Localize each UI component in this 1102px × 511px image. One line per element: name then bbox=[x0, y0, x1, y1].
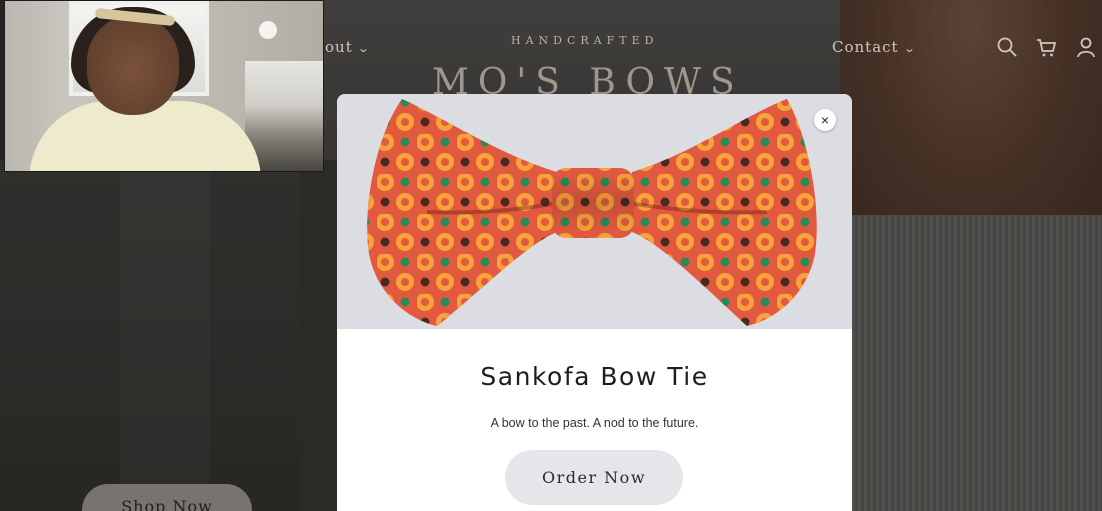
webcam-person-face bbox=[87, 15, 179, 115]
chevron-down-icon: ⌄ bbox=[356, 42, 371, 55]
nav-contact[interactable]: Contact ⌄ bbox=[832, 38, 915, 56]
close-button[interactable]: × bbox=[814, 109, 836, 131]
nav-about[interactable]: out ⌄ bbox=[325, 38, 371, 56]
search-icon[interactable] bbox=[996, 36, 1018, 58]
brand-tagline: HANDCRAFTED bbox=[511, 34, 659, 47]
shop-now-button[interactable]: Shop Now bbox=[82, 484, 252, 511]
product-modal: × Sankofa Bow Tie A bow to the past. A n… bbox=[337, 94, 852, 511]
cart-icon[interactable] bbox=[1035, 36, 1057, 58]
bowtie-illustration bbox=[367, 99, 817, 326]
product-subtitle: A bow to the past. A nod to the future. bbox=[490, 416, 699, 430]
chevron-down-icon: ⌄ bbox=[902, 42, 917, 55]
webcam-lamp bbox=[259, 21, 277, 39]
account-icon[interactable] bbox=[1075, 36, 1097, 58]
order-now-button[interactable]: Order Now bbox=[505, 450, 683, 505]
product-title: Sankofa Bow Tie bbox=[480, 362, 709, 391]
close-icon: × bbox=[820, 112, 830, 128]
nav-about-label: out bbox=[325, 38, 353, 56]
nav-contact-label: Contact bbox=[832, 38, 899, 56]
product-image bbox=[337, 94, 852, 329]
webcam-video bbox=[4, 0, 324, 172]
